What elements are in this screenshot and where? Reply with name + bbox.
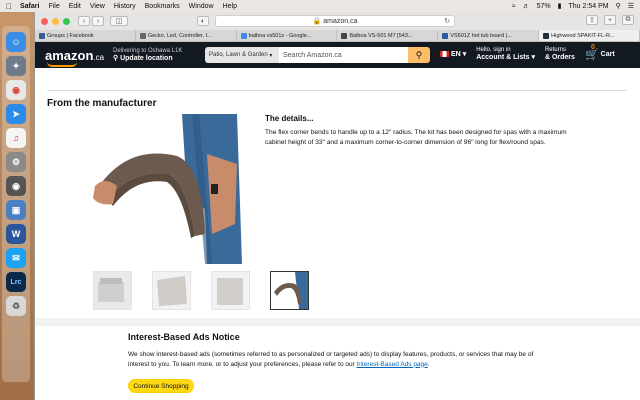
toolbar-right: ⇧ + ⧉ (584, 15, 634, 25)
apple-icon[interactable]:  (6, 2, 12, 11)
privacy-shield-icon[interactable]: ◐ (197, 16, 209, 26)
main-product-image (87, 114, 242, 264)
close-button[interactable] (41, 17, 48, 25)
lock-icon: 🔒 (312, 18, 322, 25)
tab-highwood[interactable]: Highwood SPAKIT-FL-R... (539, 30, 640, 41)
url-text: amazon.ca (323, 17, 358, 25)
menu-edit[interactable]: Edit (69, 3, 81, 10)
system-preferences-icon[interactable]: ⚙ (6, 152, 26, 172)
chevron-down-icon: ▾ (269, 52, 273, 59)
thumbnail-4-selected[interactable] (270, 271, 309, 310)
dock: ☺ ✦ ◉ ➤ ♫ ⚙ ◉ ▣ W ✉ Lrc ♻ (2, 26, 30, 382)
search-bar: Patio, Lawn & Garden ▾ Search Amazon.ca … (205, 47, 430, 63)
control-center-icon[interactable]: ☰ (628, 2, 634, 10)
amazon-header: amazon.ca Delivering to Oshawa L1K ⚲ Upd… (35, 42, 640, 68)
safari-window: ‹ › ◫ ◐ 🔒 amazon.ca ↻ ⇧ + ⧉ Groups | Fac… (34, 12, 640, 400)
tab-google[interactable]: balboa vs501z - Google... (237, 30, 338, 41)
sidebar-toggle-icon[interactable]: ◫ (110, 16, 128, 26)
menu-help[interactable]: Help (223, 3, 237, 10)
smile-arrow-icon (47, 62, 77, 67)
details-title: The details... (265, 114, 314, 123)
menu-bar:  Safari File Edit View History Bookmark… (0, 0, 640, 12)
forward-button[interactable]: › (92, 16, 104, 26)
menu-history[interactable]: History (114, 3, 136, 10)
finder-icon[interactable]: ☺ (6, 32, 26, 52)
menu-app[interactable]: Safari (20, 3, 39, 10)
tab-balboa[interactable]: Balboa VS-501 M7 [543... (337, 30, 439, 41)
reload-icon[interactable]: ↻ (444, 17, 450, 25)
safari-icon[interactable]: ➤ (6, 104, 26, 124)
messages-icon[interactable]: ✉ (6, 248, 26, 268)
details-text: The flex corner bends to handle up to a … (265, 129, 567, 146)
preview-icon[interactable]: ▣ (6, 200, 26, 220)
flex-corner-photo (87, 114, 242, 264)
section-separator (35, 318, 640, 326)
page-content: From the manufacturer The details... The… (35, 68, 640, 400)
vs501z-favicon-icon (442, 32, 449, 39)
tab-bar: Groups | Facebook Gecko, Led, Controller… (35, 30, 640, 42)
battery-percent[interactable]: 57% (537, 3, 551, 10)
menu-window[interactable]: Window (189, 3, 214, 10)
search-icon[interactable]: ⚲ (616, 2, 621, 10)
account-menu[interactable]: Hello, sign in Account & Lists ▾ (476, 46, 535, 62)
share-icon[interactable]: ⇧ (586, 15, 598, 25)
tab-vs501z[interactable]: VS501Z hot tub board |... (438, 30, 540, 41)
menu-view[interactable]: View (90, 3, 105, 10)
returns-orders[interactable]: Returns & Orders (545, 46, 575, 62)
window-controls (41, 17, 70, 25)
minimize-button[interactable] (52, 17, 59, 25)
lightroom-icon[interactable]: Lrc (6, 272, 26, 292)
tab-overview-icon[interactable]: ⧉ (622, 15, 634, 25)
language-selector[interactable]: EN ▾ (440, 50, 466, 58)
deliver-to[interactable]: Delivering to Oshawa L1K ⚲ Update locati… (113, 47, 182, 63)
cart-button[interactable]: 🛒 0 Cart (585, 44, 615, 61)
back-button[interactable]: ‹ (78, 16, 90, 26)
section-title: From the manufacturer (47, 98, 157, 109)
camera-icon[interactable]: ◉ (6, 176, 26, 196)
search-button[interactable]: ⚲ (408, 47, 430, 63)
tab-facebook[interactable]: Groups | Facebook (35, 30, 136, 41)
interest-based-ads-link[interactable]: Interest-Based Ads page (357, 361, 428, 368)
tab-gecko[interactable]: Gecko, Led, Controller, I... (136, 30, 237, 41)
music-icon[interactable]: ♫ (6, 128, 26, 148)
canada-flag-icon (440, 51, 449, 57)
cart-count: 0 (590, 43, 595, 51)
zoom-button[interactable] (63, 17, 70, 25)
launchpad-icon[interactable]: ✦ (6, 56, 26, 76)
amazon-favicon-icon (543, 32, 550, 39)
continue-shopping-button[interactable]: Continue Shopping (128, 379, 194, 393)
facebook-favicon-icon (39, 32, 45, 39)
ads-notice-text: We show interest-based ads (sometimes re… (128, 351, 534, 368)
gecko-favicon-icon (139, 32, 146, 39)
battery-icon[interactable]: ▮ (558, 2, 562, 10)
menu-file[interactable]: File (48, 3, 59, 10)
menu-bookmarks[interactable]: Bookmarks (145, 3, 180, 10)
search-category-dropdown[interactable]: Patio, Lawn & Garden ▾ (205, 47, 279, 63)
browser-toolbar: ‹ › ◫ ◐ 🔒 amazon.ca ↻ ⇧ + ⧉ (35, 12, 640, 30)
new-tab-icon[interactable]: + (604, 15, 616, 25)
chevron-down-icon: ▾ (462, 51, 467, 58)
thumbnail-1[interactable] (93, 271, 132, 310)
address-bar[interactable]: 🔒 amazon.ca ↻ (215, 15, 455, 27)
nav-right: EN ▾ Hello, sign in Account & Lists ▾ Re… (440, 44, 615, 62)
clock[interactable]: Thu 2:54 PM (569, 3, 609, 10)
thumbnail-strip (93, 271, 309, 310)
thumbnail-3[interactable] (211, 271, 250, 310)
thumbnail-2[interactable] (152, 271, 191, 310)
chevron-down-icon: ▾ (531, 54, 535, 61)
search-input[interactable]: Search Amazon.ca (279, 47, 408, 63)
divider (47, 90, 627, 91)
amazon-logo[interactable]: amazon.ca (45, 48, 105, 67)
wifi-icon[interactable]: ≈ (512, 3, 516, 10)
volume-icon[interactable]: ♬ (523, 3, 530, 10)
balboa-favicon-icon (341, 32, 348, 39)
word-icon[interactable]: W (6, 224, 26, 244)
trash-icon[interactable]: ♻ (6, 296, 26, 316)
ads-notice-title: Interest-Based Ads Notice (128, 332, 240, 342)
chrome-icon[interactable]: ◉ (6, 80, 26, 100)
google-favicon-icon (240, 32, 247, 39)
magnifier-icon: ⚲ (415, 49, 423, 60)
location-pin-icon: ⚲ (113, 55, 119, 62)
status-area: ≈ ♬ 57% ▮ Thu 2:54 PM ⚲ ☰ (512, 0, 634, 12)
